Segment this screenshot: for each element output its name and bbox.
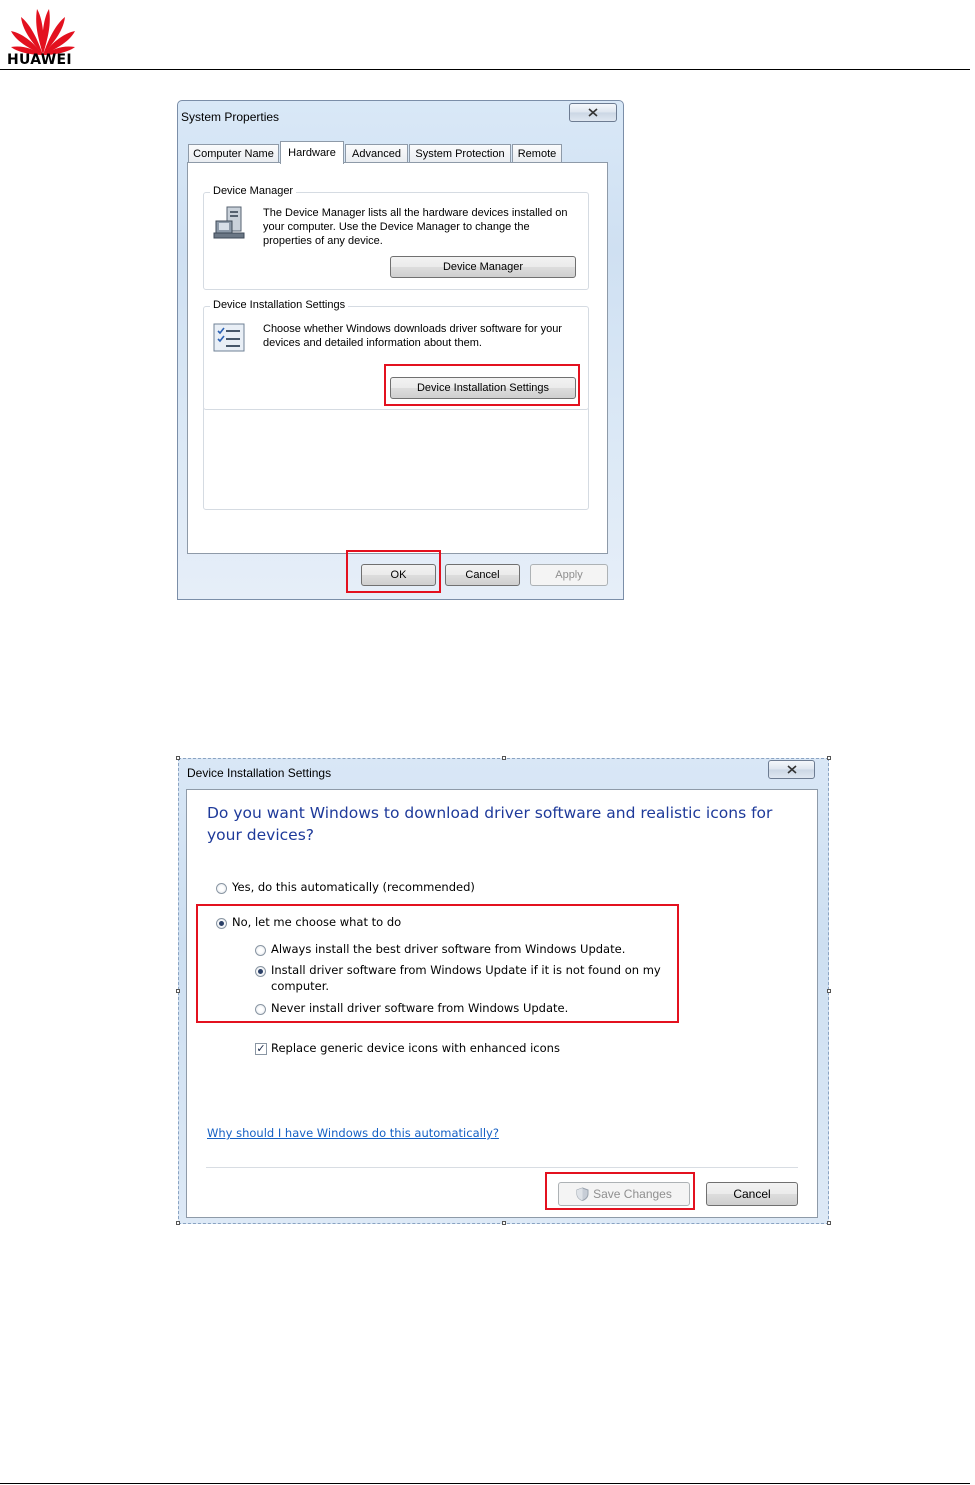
footer-divider: [0, 1483, 970, 1484]
window-title: System Properties: [181, 110, 280, 124]
selection-handle: [176, 989, 180, 993]
cancel-button[interactable]: Cancel: [706, 1182, 798, 1206]
radio-yes-automatically[interactable]: [216, 883, 227, 894]
footer-divider: [206, 1167, 798, 1168]
why-automatic-link[interactable]: Why should I have Windows do this automa…: [207, 1126, 499, 1140]
selection-handle: [827, 989, 831, 993]
option-yes-label: Yes, do this automatically (recommended): [232, 880, 475, 894]
highlight-device-installation-settings: [384, 364, 580, 406]
highlight-save-changes: [545, 1172, 695, 1210]
device-installation-description: Choose whether Windows downloads driver …: [263, 323, 562, 349]
system-properties-window: System Properties Computer Name Hardware…: [177, 100, 624, 600]
selection-handle: [502, 1221, 506, 1225]
header-divider: [0, 69, 970, 70]
selection-handle: [827, 756, 831, 760]
close-icon: [588, 108, 598, 117]
window-title: Device Installation Settings: [187, 766, 332, 780]
checklist-icon: [213, 323, 245, 352]
highlight-no-choose-options: [196, 904, 679, 1023]
tab-remote[interactable]: Remote: [512, 144, 562, 163]
device-manager-group: Device Manager The Device Manager lists …: [203, 185, 589, 290]
apply-button[interactable]: Apply: [530, 564, 608, 586]
group-label: Device Manager: [210, 185, 297, 197]
tab-computer-name[interactable]: Computer Name: [188, 144, 279, 163]
selection-handle: [176, 756, 180, 760]
device-manager-button[interactable]: Device Manager: [390, 256, 576, 278]
selection-handle: [827, 1221, 831, 1225]
device-manager-icon: [213, 206, 245, 239]
main-question: Do you want Windows to download driver s…: [207, 804, 773, 844]
device-manager-description: The Device Manager lists all the hardwar…: [263, 207, 568, 247]
highlight-ok-button: [346, 550, 441, 593]
close-icon: [786, 765, 797, 774]
cancel-button[interactable]: Cancel: [445, 564, 520, 586]
tab-hardware[interactable]: Hardware: [280, 141, 344, 164]
device-installation-group: [203, 406, 589, 510]
close-button[interactable]: [569, 103, 617, 122]
selection-handle: [502, 756, 506, 760]
selection-handle: [176, 1221, 180, 1225]
close-button[interactable]: [768, 760, 815, 779]
tab-system-protection[interactable]: System Protection: [409, 144, 511, 163]
brand-name: HUAWEI: [7, 52, 72, 68]
replace-icons-label: Replace generic device icons with enhanc…: [271, 1041, 560, 1055]
checkbox-replace-icons[interactable]: ✓: [255, 1043, 267, 1055]
group-label: Device Installation Settings: [210, 299, 349, 311]
tab-advanced[interactable]: Advanced: [345, 144, 408, 163]
